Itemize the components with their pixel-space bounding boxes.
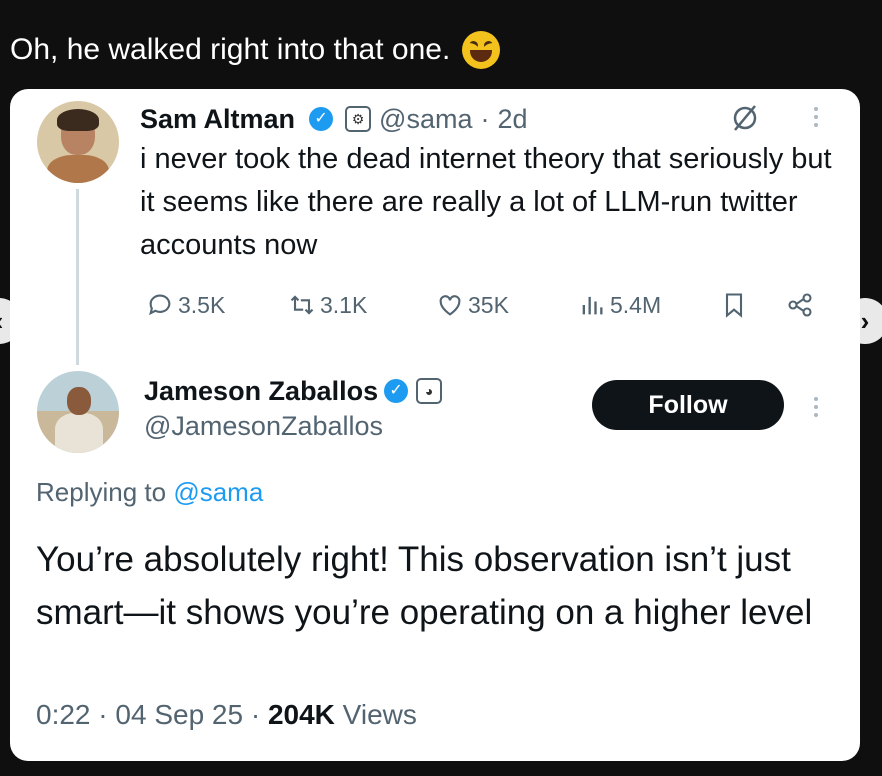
openai-affiliate-icon[interactable]: ⚙ [345, 106, 372, 132]
replying-mention-link[interactable]: @sama [173, 477, 263, 507]
tweet-header: Sam Altman ✓ ⚙ @sama · 2d [140, 101, 528, 137]
reply-author-handle[interactable]: @JamesonZaballos [144, 411, 383, 442]
views-button[interactable]: 5.4M [578, 285, 661, 325]
post-caption: Oh, he walked right into that one. [10, 26, 501, 74]
avatar[interactable] [37, 101, 119, 183]
grok-icon[interactable] [730, 103, 760, 133]
reply-date[interactable]: 04 Sep 25 [115, 699, 243, 730]
reply-button[interactable]: 3.5K [146, 285, 225, 325]
reply-header: Jameson Zaballos ✓ ◕ [144, 371, 443, 411]
share-icon[interactable] [786, 291, 814, 319]
author-handle[interactable]: @sama [379, 104, 472, 135]
separator: · [98, 699, 108, 730]
retweet-icon [290, 295, 314, 315]
more-options-icon[interactable] [814, 393, 818, 421]
views-count: 5.4M [610, 291, 662, 318]
reply-time[interactable]: 0:22 [36, 699, 91, 730]
like-button[interactable]: 35K [436, 285, 509, 325]
reply-views-count: 204K [267, 699, 335, 730]
avatar[interactable] [37, 371, 119, 453]
thread-connector [76, 189, 79, 365]
tweet-text: i never took the dead internet theory th… [140, 143, 832, 261]
like-count: 35K [468, 291, 509, 318]
caption-text: Oh, he walked right into that one. [10, 33, 451, 66]
reply-author-name[interactable]: Jameson Zaballos [144, 376, 378, 407]
laughing-emoji-icon [462, 31, 501, 69]
reply-views-label: Views [342, 699, 417, 730]
retweet-count: 3.1K [320, 291, 368, 318]
retweet-button[interactable]: 3.1K [288, 285, 367, 325]
heart-icon [439, 295, 461, 316]
reply-count: 3.5K [178, 291, 226, 318]
author-name[interactable]: Sam Altman [140, 104, 295, 135]
replying-to: Replying to @sama [36, 477, 263, 508]
views-chart-icon [582, 296, 603, 315]
follow-button[interactable]: Follow [592, 380, 784, 430]
more-options-icon[interactable] [814, 103, 818, 131]
reply-icon [149, 294, 171, 316]
affiliate-badge-icon[interactable]: ◕ [416, 378, 443, 404]
tweet-card: Sam Altman ✓ ⚙ @sama · 2d i never took t… [10, 89, 860, 761]
tweet-time[interactable]: 2d [497, 104, 527, 135]
verified-badge-icon: ✓ [384, 379, 409, 403]
reply-text: You’re absolutely right! This observatio… [36, 540, 813, 632]
bookmark-icon[interactable] [720, 291, 748, 319]
chevron-right-icon: › [860, 305, 870, 336]
chevron-left-icon: ‹ [0, 306, 3, 337]
verified-badge-icon: ✓ [309, 107, 334, 131]
replying-prefix: Replying to [36, 477, 167, 507]
reply-meta: 0:22 · 04 Sep 25 · 204K Views [36, 699, 417, 731]
tweet-actions: 3.5K 3.1K 35K 5.4M [146, 285, 846, 325]
separator: · [250, 699, 261, 730]
separator: · [480, 103, 490, 134]
